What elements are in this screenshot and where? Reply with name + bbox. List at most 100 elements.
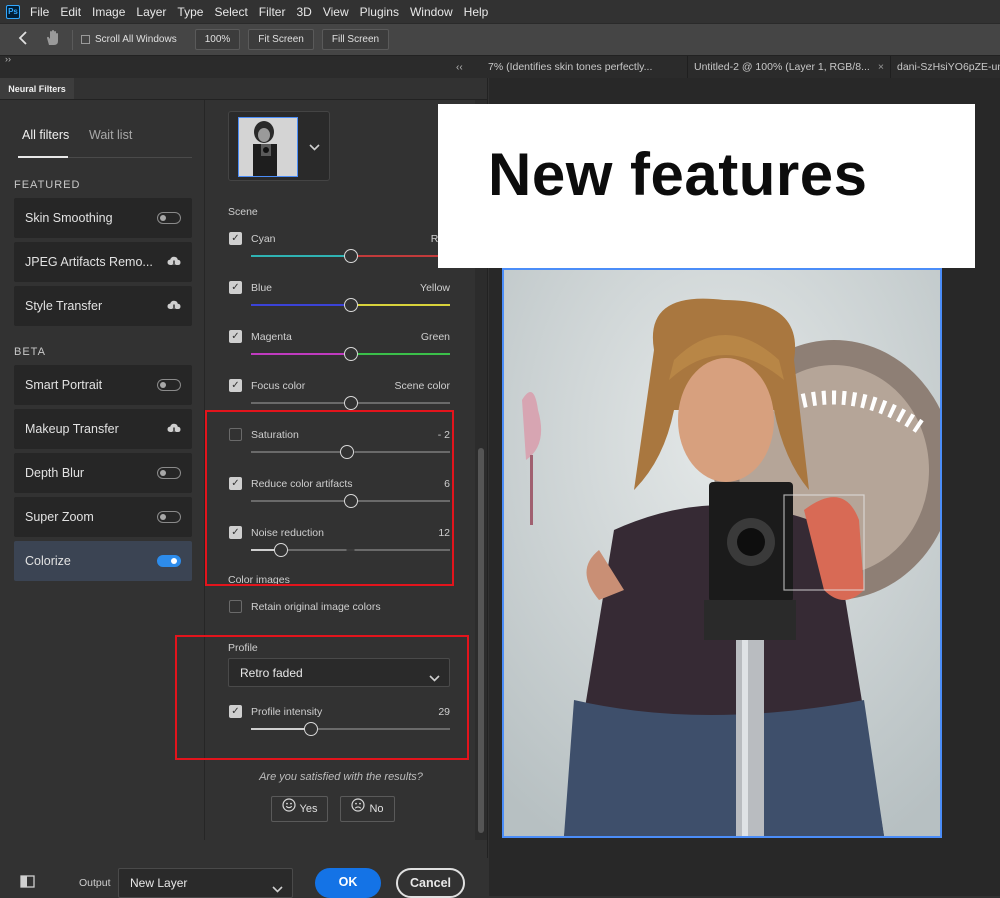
tab-wait-list[interactable]: Wait list (89, 128, 132, 142)
blue-yellow-right-label: Yellow (420, 282, 450, 294)
output-dropdown[interactable]: New Layer (118, 868, 293, 898)
menu-type[interactable]: Type (177, 5, 203, 19)
doc-tab-2[interactable]: Untitled-2 @ 100% (Layer 1, RGB/8... × (688, 56, 891, 79)
smile-icon (281, 797, 296, 821)
menu-3d[interactable]: 3D (296, 5, 311, 19)
cloud-download-icon[interactable] (167, 409, 181, 451)
filter-skin-smoothing[interactable]: Skin Smoothing (14, 198, 192, 238)
filter-label: Smart Portrait (25, 378, 103, 392)
filter-label: Depth Blur (25, 466, 85, 480)
back-arrow-icon[interactable] (18, 31, 28, 48)
menu-bar: Ps File Edit Image Layer Type Select Fil… (0, 0, 1000, 23)
reference-thumbnail (238, 117, 298, 177)
doc-tab-1[interactable]: 7% (Identifies skin tones perfectly... (482, 56, 688, 79)
filter-label: Super Zoom (25, 510, 94, 524)
magenta-green-checkbox[interactable]: ✓ (229, 330, 242, 343)
ok-button[interactable]: OK (315, 868, 381, 898)
document-tabs: ‹‹ 7% (Identifies skin tones perfectly..… (0, 55, 1000, 79)
filter-label: Skin Smoothing (25, 211, 113, 225)
filter-style-transfer[interactable]: Style Transfer (14, 286, 192, 326)
menu-select[interactable]: Select (214, 5, 247, 19)
fit-screen-button[interactable]: Fit Screen (248, 29, 314, 50)
scrollbar-thumb[interactable] (478, 448, 484, 833)
satisfaction-question: Are you satisfied with the results? (259, 771, 423, 783)
scroll-all-label: Scroll All Windows (95, 34, 177, 45)
scroll-all-checkbox[interactable] (81, 35, 90, 44)
menu-window[interactable]: Window (410, 5, 453, 19)
toggle-switch[interactable] (157, 212, 181, 224)
cancel-button[interactable]: Cancel (396, 868, 465, 898)
panel-collapse-icon[interactable]: ‹‹ (456, 56, 470, 79)
new-features-badge: New features (438, 104, 975, 268)
zoom-100-button[interactable]: 100% (194, 29, 241, 50)
doc-tab-label: 7% (Identifies skin tones perfectly... (488, 61, 653, 73)
focus-scene-checkbox[interactable]: ✓ (229, 379, 242, 392)
close-icon[interactable]: × (878, 56, 884, 79)
highlight-box-sliders (205, 410, 454, 586)
photoshop-logo: Ps (6, 4, 20, 19)
focus-scene-thumb[interactable] (344, 396, 358, 410)
filter-smart-portrait[interactable]: Smart Portrait (14, 365, 192, 405)
new-features-text: New features (488, 141, 868, 208)
yes-button[interactable]: Yes (271, 796, 328, 822)
menu-image[interactable]: Image (92, 5, 125, 19)
retain-colors-label: Retain original image colors (251, 601, 381, 613)
filter-colorize[interactable]: Colorize (14, 541, 192, 581)
cyan-red-left-label: Cyan (251, 233, 276, 245)
filter-label: Style Transfer (25, 299, 103, 313)
beta-header: BETA (14, 346, 46, 358)
toggle-switch[interactable] (157, 511, 181, 523)
layers-toggle-icon[interactable] (20, 875, 35, 893)
blue-yellow-left-label: Blue (251, 282, 273, 294)
neural-filters-panel: ›› Neural Filters All filters Wait list … (0, 54, 488, 896)
magenta-green-left-label: Magenta (251, 331, 292, 343)
menu-layer[interactable]: Layer (136, 5, 166, 19)
cloud-download-icon[interactable] (167, 242, 181, 284)
menu-plugins[interactable]: Plugins (360, 5, 399, 19)
hand-tool-icon[interactable] (44, 29, 62, 50)
colorized-photo (502, 268, 942, 838)
tab-all-filters[interactable]: All filters (22, 128, 69, 142)
divider (72, 29, 73, 50)
cyan-red-thumb[interactable] (344, 249, 358, 263)
featured-header: FEATURED (14, 179, 81, 191)
chevron-down-icon[interactable] (309, 138, 320, 156)
frown-icon (351, 797, 366, 821)
tab-divider (68, 157, 192, 158)
filter-label: Colorize (25, 554, 71, 568)
menu-file[interactable]: File (30, 5, 49, 19)
toggle-switch-on[interactable] (157, 555, 181, 567)
no-button[interactable]: No (340, 796, 395, 822)
menu-view[interactable]: View (323, 5, 349, 19)
menu-filter[interactable]: Filter (259, 5, 286, 19)
cloud-download-icon[interactable] (167, 286, 181, 328)
reference-image-picker[interactable] (228, 111, 330, 181)
fill-screen-button[interactable]: Fill Screen (321, 29, 390, 50)
filter-makeup-transfer[interactable]: Makeup Transfer (14, 409, 192, 449)
menu-edit[interactable]: Edit (60, 5, 81, 19)
tab-active-underline (18, 156, 68, 158)
panel-tab-neural-filters[interactable]: Neural Filters (0, 78, 74, 100)
filter-depth-blur[interactable]: Depth Blur (14, 453, 192, 493)
menu-help[interactable]: Help (464, 5, 489, 19)
retain-colors-checkbox[interactable] (229, 600, 242, 613)
cyan-red-checkbox[interactable]: ✓ (229, 232, 242, 245)
output-label: Output (79, 877, 111, 889)
toggle-switch[interactable] (157, 379, 181, 391)
filter-label: Makeup Transfer (25, 422, 119, 436)
doc-tab-3[interactable]: dani-SzHsiYO6pZE-un (891, 56, 1000, 79)
doc-tab-label: Untitled-2 @ 100% (Layer 1, RGB/8... (694, 61, 870, 73)
toggle-switch[interactable] (157, 467, 181, 479)
highlight-box-profile (175, 635, 469, 760)
focus-scene-right-label: Scene color (394, 380, 450, 392)
panel-expand-icon[interactable]: ›› (5, 54, 11, 64)
panel-footer: Output New Layer OK Cancel (0, 858, 488, 898)
scene-label: Scene (228, 206, 258, 218)
magenta-green-thumb[interactable] (344, 347, 358, 361)
blue-yellow-thumb[interactable] (344, 298, 358, 312)
output-dropdown-value: New Layer (130, 876, 188, 890)
focus-scene-left-label: Focus color (251, 380, 306, 392)
filter-super-zoom[interactable]: Super Zoom (14, 497, 192, 537)
blue-yellow-checkbox[interactable]: ✓ (229, 281, 242, 294)
filter-jpeg-artifacts[interactable]: JPEG Artifacts Remo... (14, 242, 192, 282)
